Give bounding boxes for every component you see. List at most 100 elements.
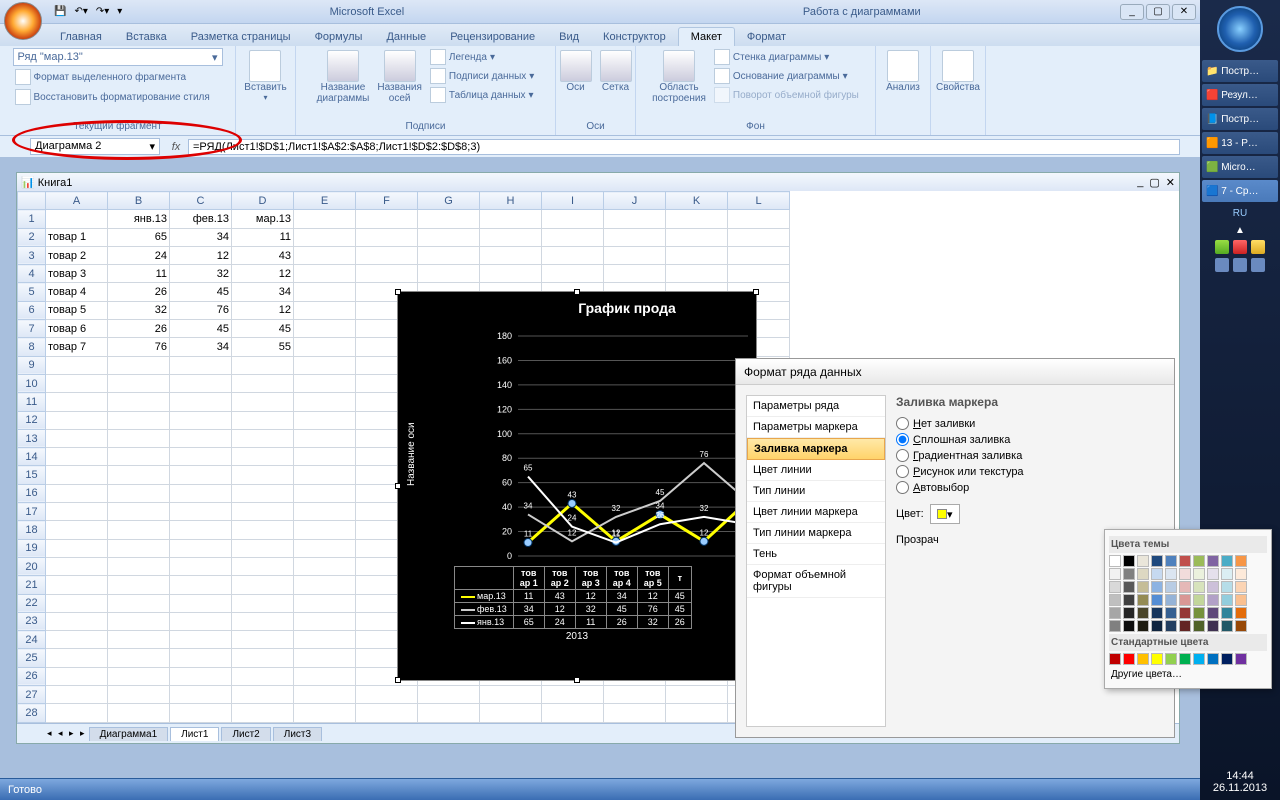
legend-button[interactable]: Легенда ▾	[428, 48, 536, 66]
color-swatch[interactable]	[1123, 568, 1135, 580]
start-button[interactable]	[1217, 6, 1263, 52]
format-option[interactable]: Тип линии	[747, 481, 885, 502]
wb-minimize-button[interactable]: _	[1137, 176, 1143, 189]
color-swatch[interactable]	[1193, 555, 1205, 567]
format-option[interactable]: Заливка маркера	[747, 438, 885, 460]
color-swatch[interactable]	[1137, 607, 1149, 619]
color-swatch[interactable]	[1179, 581, 1191, 593]
fx-icon[interactable]: fx	[168, 139, 184, 155]
tab-Макет[interactable]: Макет	[678, 27, 735, 46]
tray-icon[interactable]	[1233, 258, 1247, 272]
color-swatch[interactable]	[1109, 594, 1121, 606]
color-swatch[interactable]	[1151, 620, 1163, 632]
format-option[interactable]: Параметры ряда	[747, 396, 885, 417]
tab-Вид[interactable]: Вид	[547, 28, 591, 46]
data-table-button[interactable]: Таблица данных ▾	[428, 86, 536, 104]
color-swatch[interactable]	[1221, 568, 1233, 580]
taskbar-item[interactable]: 🟦 7 - Ср…	[1202, 180, 1278, 202]
tray-icon[interactable]	[1251, 240, 1265, 254]
color-swatch[interactable]	[1165, 653, 1177, 665]
color-swatch[interactable]	[1193, 653, 1205, 665]
chart-title[interactable]: График прода	[398, 292, 756, 316]
color-swatch[interactable]	[1193, 568, 1205, 580]
qat-customize-icon[interactable]: ▾	[115, 5, 124, 18]
tray-icon[interactable]	[1251, 258, 1265, 272]
sheet-tab[interactable]: Лист1	[170, 727, 219, 741]
sheet-tab[interactable]: Диаграмма1	[89, 727, 169, 741]
color-swatch[interactable]	[1123, 620, 1135, 632]
color-swatch[interactable]	[1109, 581, 1121, 593]
color-swatch[interactable]	[1137, 653, 1149, 665]
color-swatch[interactable]	[1221, 607, 1233, 619]
color-swatch[interactable]	[1235, 620, 1247, 632]
color-swatch[interactable]	[1179, 620, 1191, 632]
chart-wall-button[interactable]: Стенка диаграммы ▾	[712, 48, 861, 66]
format-option[interactable]: Цвет линии маркера	[747, 502, 885, 523]
tab-Данные[interactable]: Данные	[374, 28, 438, 46]
tray-icon[interactable]	[1215, 258, 1229, 272]
color-swatch[interactable]	[1165, 607, 1177, 619]
chart-data-table[interactable]: тов ар 1тов ар 2тов ар 3тов ар 4тов ар 5…	[454, 566, 692, 629]
formula-input[interactable]: =РЯД(Лист1!$D$1;Лист1!$A$2:$A$8;Лист1!$D…	[188, 139, 1180, 155]
color-swatch[interactable]	[1207, 555, 1219, 567]
y-axis-label[interactable]: Название оси	[406, 422, 417, 486]
color-swatch[interactable]	[1179, 607, 1191, 619]
color-swatch[interactable]	[1151, 607, 1163, 619]
tab-Вставка[interactable]: Вставка	[114, 28, 179, 46]
format-option[interactable]: Тип линии маркера	[747, 523, 885, 544]
color-swatch[interactable]	[1165, 555, 1177, 567]
tab-Конструктор[interactable]: Конструктор	[591, 28, 678, 46]
maximize-button[interactable]: ▢	[1146, 4, 1170, 20]
format-option[interactable]: Формат объемной фигуры	[747, 565, 885, 598]
tab-Рецензирование[interactable]: Рецензирование	[438, 28, 547, 46]
sheet-tab[interactable]: Лист3	[273, 727, 322, 741]
fill-radio[interactable]: Нет заливки	[896, 417, 1164, 430]
color-swatch[interactable]	[1193, 594, 1205, 606]
color-swatch[interactable]	[1235, 594, 1247, 606]
tab-Главная[interactable]: Главная	[48, 28, 114, 46]
color-swatch[interactable]	[1109, 607, 1121, 619]
color-swatch[interactable]	[1137, 620, 1149, 632]
color-swatch[interactable]	[1193, 620, 1205, 632]
color-swatch[interactable]	[1165, 568, 1177, 580]
properties-button[interactable]: Свойства	[934, 48, 982, 95]
qat-save-icon[interactable]: 💾	[52, 5, 68, 18]
taskbar-item[interactable]: 📁 Постр…	[1202, 60, 1278, 82]
color-swatch[interactable]	[1179, 594, 1191, 606]
chart-floor-button[interactable]: Основание диаграммы ▾	[712, 67, 861, 85]
tab-Формулы[interactable]: Формулы	[303, 28, 375, 46]
taskbar-item[interactable]: 🟥 Резул…	[1202, 84, 1278, 106]
tray-icon[interactable]	[1215, 240, 1229, 254]
color-swatch[interactable]	[1151, 555, 1163, 567]
axes-button[interactable]: Оси	[558, 48, 594, 95]
minimize-button[interactable]: _	[1120, 4, 1144, 20]
color-swatch[interactable]	[1221, 653, 1233, 665]
color-swatch[interactable]	[1165, 581, 1177, 593]
color-swatch[interactable]	[1207, 594, 1219, 606]
tray-icon[interactable]	[1233, 240, 1247, 254]
color-swatch[interactable]	[1193, 581, 1205, 593]
fill-radio[interactable]: Рисунок или текстура	[896, 465, 1164, 478]
more-colors[interactable]: Другие цвета…	[1109, 665, 1267, 684]
color-swatch[interactable]	[1151, 594, 1163, 606]
color-swatch[interactable]	[1235, 653, 1247, 665]
color-swatch[interactable]	[1137, 568, 1149, 580]
color-swatch[interactable]	[1207, 568, 1219, 580]
color-swatch[interactable]	[1151, 653, 1163, 665]
insert-button[interactable]: Вставить▾	[242, 48, 288, 104]
tab-Формат[interactable]: Формат	[735, 28, 798, 46]
color-swatch[interactable]	[1179, 555, 1191, 567]
color-swatch[interactable]	[1235, 581, 1247, 593]
chart-title-button[interactable]: Название диаграммы	[315, 48, 372, 106]
color-swatch[interactable]	[1235, 607, 1247, 619]
qat-undo-icon[interactable]: ↶▾	[72, 5, 89, 18]
color-swatch[interactable]	[1221, 555, 1233, 567]
color-swatch[interactable]	[1109, 653, 1121, 665]
sheet-tab[interactable]: Лист2	[221, 727, 270, 741]
wb-maximize-button[interactable]: ▢	[1149, 176, 1159, 189]
color-swatch[interactable]	[1179, 653, 1191, 665]
color-swatch[interactable]	[1137, 594, 1149, 606]
color-swatch[interactable]	[1137, 581, 1149, 593]
tab-Разметка страницы[interactable]: Разметка страницы	[179, 28, 303, 46]
embedded-chart[interactable]: График прода Название оси 02040608010012…	[397, 291, 757, 681]
